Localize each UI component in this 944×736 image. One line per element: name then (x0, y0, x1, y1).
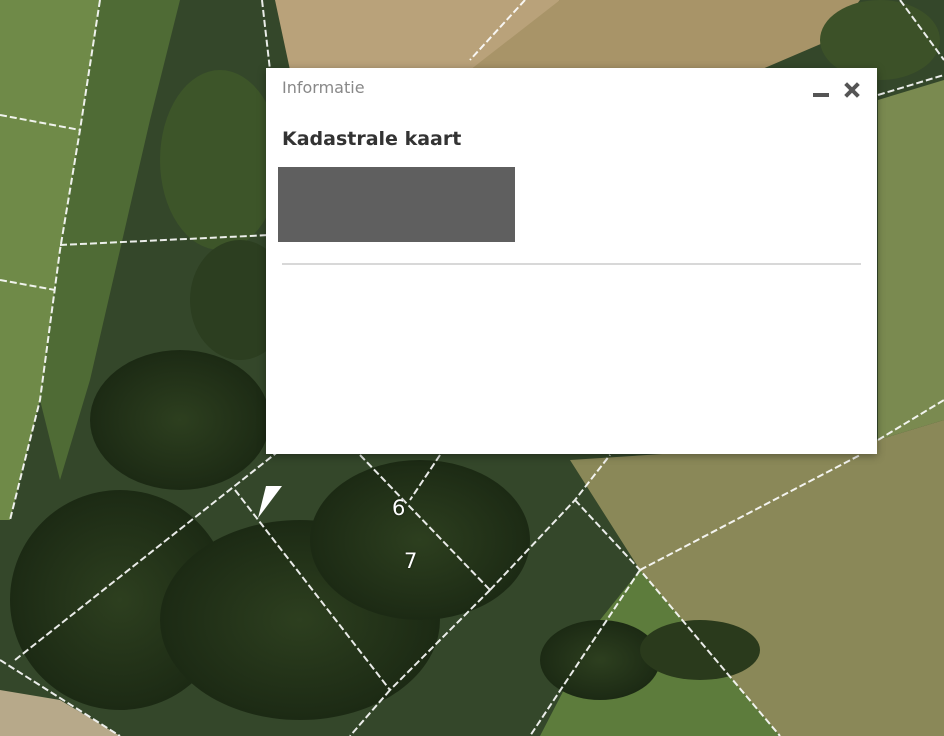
popup-heading: Kadastrale kaart (282, 128, 462, 150)
popup-controls (811, 80, 861, 100)
close-icon[interactable] (841, 80, 861, 100)
parcel-number-label: 7 (404, 549, 418, 573)
redacted-block (278, 167, 515, 242)
minimize-icon[interactable] (811, 80, 831, 100)
info-popup: Informatie Kadastrale kaart (258, 68, 877, 518)
divider (282, 263, 861, 265)
aerial-map[interactable]: 6 7 Informatie Kadastrale kaart (0, 0, 944, 736)
parcel-number-label: 6 (392, 496, 406, 520)
popup-title: Informatie (282, 78, 365, 97)
